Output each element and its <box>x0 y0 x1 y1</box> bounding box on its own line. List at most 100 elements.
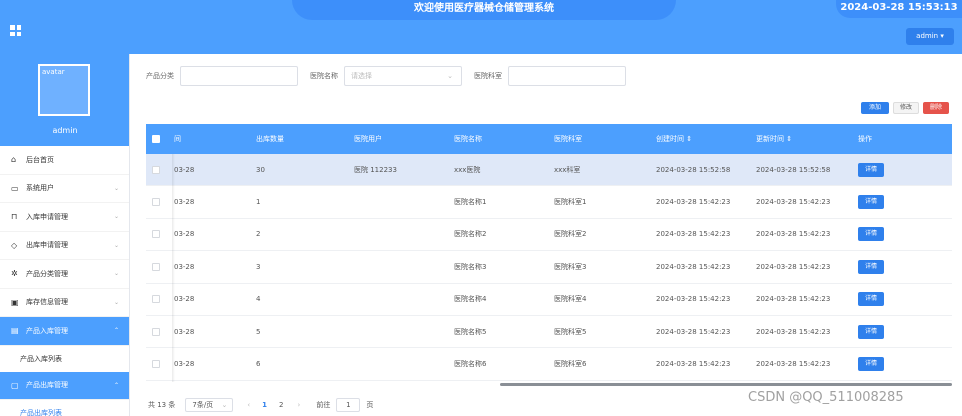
page-number-2[interactable]: 2 <box>279 401 283 409</box>
table-cell: 2024-03-28 15:42:23 <box>756 360 831 369</box>
detail-button[interactable]: 详情 <box>858 259 884 274</box>
horizontal-scrollbar[interactable] <box>500 383 952 386</box>
detail-button[interactable]: 详情 <box>858 227 884 242</box>
table-cell: xxx科室 <box>554 165 581 174</box>
select-all-checkbox[interactable] <box>152 135 160 143</box>
page-number-1[interactable]: 1 <box>262 401 267 409</box>
table-cell: 2024-03-28 15:42:23 <box>656 230 731 239</box>
chevron-icon: ⌃ <box>113 327 119 334</box>
table-cell: 03-28 <box>174 360 195 369</box>
page-size-select[interactable]: 7条/页 ⌄ <box>185 398 234 412</box>
pagination: 共 13 条 7条/页 ⌄ ‹ 1 2 › 前往 1 页 <box>148 398 373 412</box>
table-row[interactable]: 03-28 5 医院名称5 医院科室5 2024-03-28 15:42:23 2024-… <box>146 316 952 349</box>
detail-button[interactable]: 详情 <box>858 324 884 339</box>
edit-button[interactable]: 修改 <box>893 102 919 114</box>
table-cell: 1 <box>256 198 261 207</box>
datetime-display: 2024-03-28 15:53:13 <box>836 0 962 18</box>
table-header: 间 出库数量 医院用户 医院名称 医院科室 创建时间 ⇕ 更新时间 ⇕ 操作 <box>146 124 952 154</box>
table-cell: 2024-03-28 15:52:58 <box>756 165 831 174</box>
page-title: 欢迎使用医疗器械仓储管理系统 <box>292 0 676 20</box>
table-cell: 医院名称6 <box>454 360 487 369</box>
sidebar-item[interactable]: ⊓ 入库申请管理 ⌄ <box>0 203 129 232</box>
prev-page-button[interactable]: ‹ <box>247 401 250 409</box>
submenu-item[interactable]: 产品入库列表 <box>0 346 129 372</box>
add-button[interactable]: 添加 <box>861 102 889 114</box>
table-cell: 5 <box>256 327 261 336</box>
dept-label: 医院科室 <box>474 72 502 80</box>
admin-dropdown-button[interactable]: admin ▾ <box>906 28 954 45</box>
row-checkbox[interactable] <box>152 262 160 271</box>
row-checkbox[interactable] <box>152 198 160 207</box>
sidebar-item-label: 出库申请管理 <box>26 241 68 250</box>
table-cell: xxx医院 <box>454 165 481 174</box>
column-header[interactable]: 更新时间 ⇕ <box>756 124 792 154</box>
bookmark-icon: ⊓ <box>11 212 18 222</box>
dept-input[interactable] <box>508 66 626 86</box>
page-unit-label: 页 <box>366 401 374 409</box>
sidebar-item[interactable]: ⌂ 后台首页 <box>0 146 129 175</box>
detail-button[interactable]: 详情 <box>858 162 884 177</box>
table-cell: 医院科室6 <box>554 360 587 369</box>
next-page-button[interactable]: › <box>298 401 301 409</box>
top-bar: 欢迎使用医疗器械仓储管理系统 2024-03-28 15:53:13 admin… <box>0 0 962 54</box>
table-cell-actions: 详情 <box>858 284 884 315</box>
table-cell: 2024-03-28 15:42:23 <box>756 295 831 304</box>
detail-button[interactable]: 详情 <box>858 195 884 210</box>
row-checkbox[interactable] <box>152 230 160 239</box>
row-checkbox[interactable] <box>152 360 160 369</box>
sidebar-item-label: 产品分类管理 <box>26 269 68 278</box>
table-body: 03-28 30 医院 112233 xxx医院 xxx科室 2024-03-28 15:… <box>146 154 952 381</box>
row-checkbox[interactable] <box>152 165 160 174</box>
detail-button[interactable]: 详情 <box>858 357 884 372</box>
chevron-down-icon: ⌄ <box>447 72 453 80</box>
data-table: 间 出库数量 医院用户 医院名称 医院科室 创建时间 ⇕ 更新时间 ⇕ 操作 03-28 30 医… <box>146 124 952 381</box>
column-header[interactable]: 创建时间 ⇕ <box>656 124 692 154</box>
table-cell: 医院名称1 <box>454 198 487 207</box>
table-row[interactable]: 03-28 30 医院 112233 xxx医院 xxx科室 2024-03-28 15:… <box>146 154 952 187</box>
hospital-select[interactable]: 请选择 ⌄ <box>344 66 462 86</box>
column-header: 出库数量 <box>256 135 284 143</box>
table-cell: 医院名称5 <box>454 327 487 336</box>
menu-toggle-icon[interactable] <box>10 25 21 36</box>
category-input[interactable] <box>180 66 298 86</box>
table-row[interactable]: 03-28 2 医院名称2 医院科室2 2024-03-28 15:42:23 2024-… <box>146 219 952 252</box>
sidebar-item[interactable]: ▣ 库存信息管理 ⌄ <box>0 289 129 317</box>
table-cell: 医院科室5 <box>554 327 587 336</box>
chevron-icon: ⌄ <box>113 184 119 192</box>
table-cell: 2024-03-28 15:52:58 <box>656 165 731 174</box>
sidebar-item[interactable]: ◇ 出库申请管理 ⌄ <box>0 232 129 260</box>
table-cell-actions: 详情 <box>858 219 884 250</box>
submenu-item[interactable]: 产品出库列表 <box>0 400 129 416</box>
sidebar-item-label: 产品入库管理 <box>26 326 68 335</box>
delete-button[interactable]: 删除 <box>923 102 949 114</box>
table-cell: 2024-03-28 15:42:23 <box>656 327 731 336</box>
tag-icon: ◇ <box>11 240 18 250</box>
detail-button[interactable]: 详情 <box>858 292 884 307</box>
chevron-icon: ⌄ <box>113 213 119 220</box>
watermark: CSDN @QQ_511008285 <box>748 390 904 405</box>
sidebar-username: admin <box>52 126 78 135</box>
sidebar-item[interactable]: ▭ 系统用户 ⌄ <box>0 175 129 203</box>
table-row[interactable]: 03-28 1 医院名称1 医院科室1 2024-03-28 15:42:23 2024-… <box>146 186 952 219</box>
row-checkbox[interactable] <box>152 327 160 336</box>
submenu-item-label: 产品入库列表 <box>20 354 62 363</box>
table-cell: 03-28 <box>174 295 195 304</box>
sidebar-item-label: 入库申请管理 <box>26 212 68 221</box>
table-row[interactable]: 03-28 4 医院名称4 医院科室4 2024-03-28 15:42:23 2024-… <box>146 284 952 316</box>
sidebar-item[interactable]: ▤ 产品入库管理 ⌃ <box>0 317 129 346</box>
chevron-icon: ⌄ <box>113 241 119 249</box>
goto-page-input[interactable]: 1 <box>336 398 361 412</box>
sidebar-item[interactable]: ▢ 产品出库管理 ⌃ <box>0 371 129 400</box>
document-icon: ▤ <box>11 326 19 336</box>
table-row[interactable]: 03-28 3 医院名称3 医院科室3 2024-03-28 15:42:23 2024-… <box>146 251 952 284</box>
row-checkbox[interactable] <box>152 295 160 304</box>
chevron-icon: ⌃ <box>113 381 119 389</box>
category-label: 产品分类 <box>146 72 174 80</box>
table-row[interactable]: 03-28 6 医院名称6 医院科室6 2024-03-28 15:42:23 2024-… <box>146 348 952 381</box>
table-cell: 2024-03-28 15:42:23 <box>656 262 731 271</box>
table-cell: 4 <box>256 295 261 304</box>
gear-icon: ✲ <box>11 269 18 279</box>
sidebar-item[interactable]: ✲ 产品分类管理 ⌄ <box>0 260 129 289</box>
table-cell: 医院名称3 <box>454 262 487 271</box>
filter-bar: 产品分类 医院名称 请选择 ⌄ 医院科室 <box>146 66 626 86</box>
